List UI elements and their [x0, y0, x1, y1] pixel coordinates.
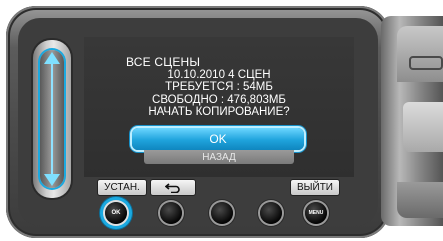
free-space-line: СВОБОДНО : 476,803МБ — [152, 93, 286, 106]
hardware-button-2[interactable] — [160, 202, 182, 224]
slider-line — [51, 64, 53, 174]
scene-count-line: 10.10.2010 4 СЦЕН — [167, 69, 271, 81]
arrow-down-icon — [44, 174, 60, 186]
hinge-bottom — [397, 182, 443, 218]
menu-button-label: MENU — [308, 210, 324, 216]
scroll-slider[interactable] — [33, 40, 71, 198]
camera-hinge — [381, 16, 443, 226]
return-arrow-icon — [165, 183, 180, 193]
menu-hardware-button[interactable]: MENU — [305, 202, 327, 224]
back-option[interactable]: НАЗАД — [144, 150, 294, 164]
slider-track[interactable] — [40, 50, 64, 188]
hardware-button-3[interactable] — [211, 202, 233, 224]
dialog-title: ВСЕ СЦЕНЫ — [126, 55, 201, 69]
hinge-top — [397, 26, 443, 82]
hinge-slot — [409, 56, 443, 70]
ok-button-label: OK — [111, 210, 121, 216]
arrow-up-icon — [44, 52, 60, 64]
hinge-bump — [403, 102, 443, 152]
required-space-line: ТРЕБУЕТСЯ : 54МБ — [165, 81, 273, 94]
confirm-question: НАЧАТЬ КОПИРОВАНИЕ? — [148, 106, 290, 119]
set-softkey[interactable]: УСТАН. — [97, 179, 147, 196]
lcd-screen: ВСЕ СЦЕНЫ 10.10.2010 4 СЦЕН ТРЕБУЕТСЯ : … — [84, 37, 354, 177]
hardware-button-4[interactable] — [260, 202, 282, 224]
ok-hardware-button[interactable]: OK — [105, 202, 127, 224]
dialog-info: 10.10.2010 4 СЦЕН ТРЕБУЕТСЯ : 54МБ СВОБО… — [84, 69, 354, 119]
exit-softkey[interactable]: ВЫЙТИ — [290, 179, 340, 196]
return-softkey[interactable] — [150, 179, 196, 196]
ok-option[interactable]: OK — [132, 128, 304, 150]
